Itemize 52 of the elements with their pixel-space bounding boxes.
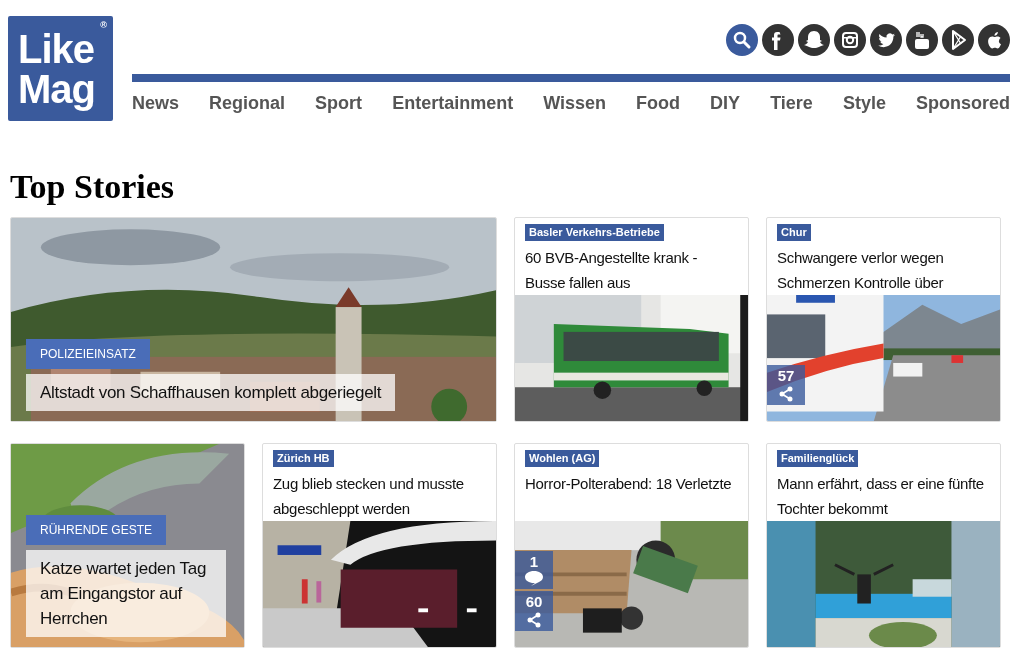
category-tag[interactable]: Zürich HB (273, 450, 334, 467)
share-badge[interactable]: 57 (767, 365, 805, 406)
story-card[interactable]: Basler Verkehrs-Betriebe 60 BVB-Angestellte krank - Busse fallen aus (514, 217, 749, 422)
apple-icon[interactable] (978, 24, 1010, 56)
story-title[interactable]: Mann erfährt, dass er eine fünfte Tochter bekommt (777, 471, 990, 521)
category-tag[interactable]: Familienglück (777, 450, 859, 467)
ghost-icon[interactable] (798, 24, 830, 56)
story-title[interactable]: Schwangere verlor wegen Schmerzen Kontrolle über (777, 245, 990, 295)
story-card[interactable]: POLIZEIEINSATZ Altstadt von Schaffhausen komplett abgeriegelt (10, 217, 497, 422)
logo[interactable]: Like Mag ® (8, 16, 113, 121)
story-title[interactable]: Horror-Polterabend: 18 Verletzte (525, 471, 732, 496)
play-icon[interactable] (942, 24, 974, 56)
category-tag[interactable]: POLIZEIEINSATZ (26, 339, 150, 369)
registered-mark: ® (100, 20, 107, 30)
story-title[interactable]: 60 BVB-Angestellte krank - Busse fallen aus (525, 245, 738, 295)
share-icon (526, 612, 542, 628)
share-count: 60 (525, 594, 543, 610)
nav-link[interactable]: News (132, 92, 180, 114)
category-tag[interactable]: Basler Verkehrs-Betriebe (525, 224, 664, 241)
comment-badge[interactable]: 1 (515, 551, 553, 589)
nav-link[interactable]: Sponsored (915, 92, 1010, 114)
nav-link[interactable]: Style (842, 92, 886, 114)
nav-link[interactable]: Tiere (770, 92, 813, 114)
story-title[interactable]: Katze wartet jeden Tag am Eingangstor auf Herrchen (26, 550, 226, 637)
category-tag[interactable]: RÜHRENDE GESTE (26, 515, 166, 545)
story-card[interactable]: Chur Schwangere verlor wegen Schmerzen Kontrolle über 57 (766, 217, 1001, 422)
share-count: 57 (777, 368, 795, 385)
story-card[interactable]: Zürich HB Zug blieb stecken und musste abgeschleppt werden (262, 443, 497, 648)
nav-link[interactable]: Entertainment (392, 92, 514, 114)
logo-text: Like (18, 28, 95, 69)
nav-link[interactable]: Regional (209, 92, 286, 114)
nav-link[interactable]: DIY (710, 92, 741, 114)
nav-link[interactable]: Sport (315, 92, 363, 114)
logo-text: Mag (18, 68, 95, 109)
story-card[interactable]: Familienglück Mann erfährt, dass er eine fünfte Tochter bekommt (766, 443, 1001, 648)
search-icon[interactable] (726, 24, 758, 56)
share-icon (778, 386, 794, 403)
share-badge[interactable]: 60 (515, 591, 553, 631)
section-heading: Top Stories (10, 167, 175, 207)
nav-link[interactable]: Food (636, 92, 681, 114)
camera-icon[interactable] (834, 24, 866, 56)
facebook-icon[interactable] (762, 24, 794, 56)
story-title[interactable]: Altstadt von Schaffhausen komplett abgeriegelt (26, 374, 396, 411)
nav-link[interactable]: Wissen (543, 92, 607, 114)
story-title[interactable]: Zug blieb stecken und musste abgeschleppt werden (273, 471, 486, 521)
category-tag[interactable]: Wohlen (AG) (525, 450, 600, 467)
comment-count: 1 (529, 554, 539, 570)
bird-icon[interactable] (870, 24, 902, 56)
category-tag[interactable]: Chur (777, 224, 811, 241)
comment-icon (524, 570, 544, 586)
story-card[interactable]: Wohlen (AG) Horror-Polterabend: 18 Verletzte 1 60 (514, 443, 749, 648)
story-card[interactable]: RÜHRENDE GESTE Katze wartet jeden Tag am Eingangstor auf Herrchen (10, 443, 245, 648)
